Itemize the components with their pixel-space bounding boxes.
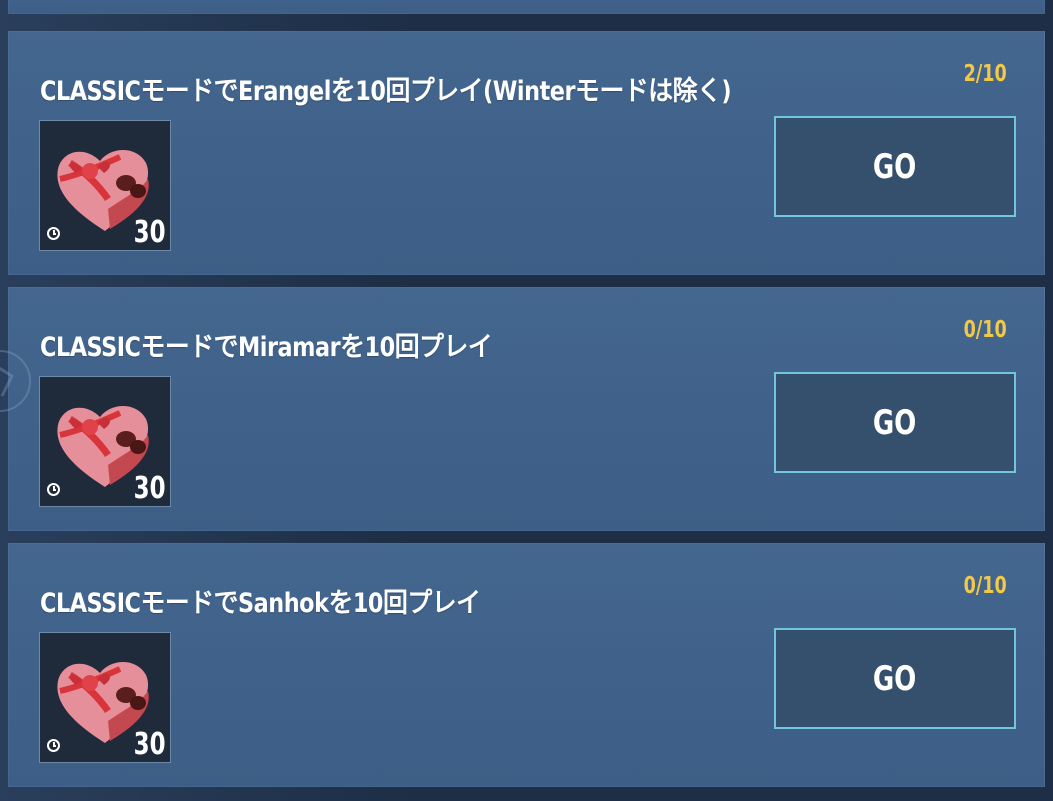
reward-item[interactable]: 30 — [39, 632, 171, 763]
reward-count: 30 — [134, 727, 166, 762]
go-button[interactable]: GO — [774, 116, 1016, 217]
go-button-label: GO — [873, 658, 917, 699]
mission-title: CLASSICモードでSanhokを10回プレイ — [40, 588, 481, 619]
card-divider — [1044, 543, 1045, 787]
reward-item[interactable]: 30 — [39, 120, 171, 251]
card-divider — [1044, 31, 1045, 275]
card-divider — [1044, 287, 1045, 531]
background-emblem-icon — [0, 350, 31, 412]
reward-count: 30 — [134, 215, 166, 250]
mission-title: CLASSICモードでMiramarを10回プレイ — [40, 332, 493, 363]
go-button-label: GO — [873, 146, 917, 187]
clock-icon — [47, 483, 60, 496]
clock-icon — [47, 227, 60, 240]
mission-card: CLASSICモードでErangelを10回プレイ(Winterモードは除く) … — [8, 31, 1045, 275]
mission-progress: 0/10 — [963, 317, 1007, 343]
mission-progress: 0/10 — [963, 573, 1007, 599]
mission-card: CLASSICモードでSanhokを10回プレイ 0/10 30 GO — [8, 543, 1045, 787]
go-button[interactable]: GO — [774, 372, 1016, 473]
reward-item[interactable]: 30 — [39, 376, 171, 507]
mission-card: CLASSICモードでMiramarを10回プレイ 0/10 30 GO — [8, 287, 1045, 531]
go-button-label: GO — [873, 402, 917, 443]
mission-title: CLASSICモードでErangelを10回プレイ(Winterモードは除く) — [40, 76, 732, 107]
mission-progress: 2/10 — [963, 61, 1007, 87]
reward-count: 30 — [134, 471, 166, 506]
previous-mission-card — [8, 0, 1045, 14]
clock-icon — [47, 739, 60, 752]
go-button[interactable]: GO — [774, 628, 1016, 729]
